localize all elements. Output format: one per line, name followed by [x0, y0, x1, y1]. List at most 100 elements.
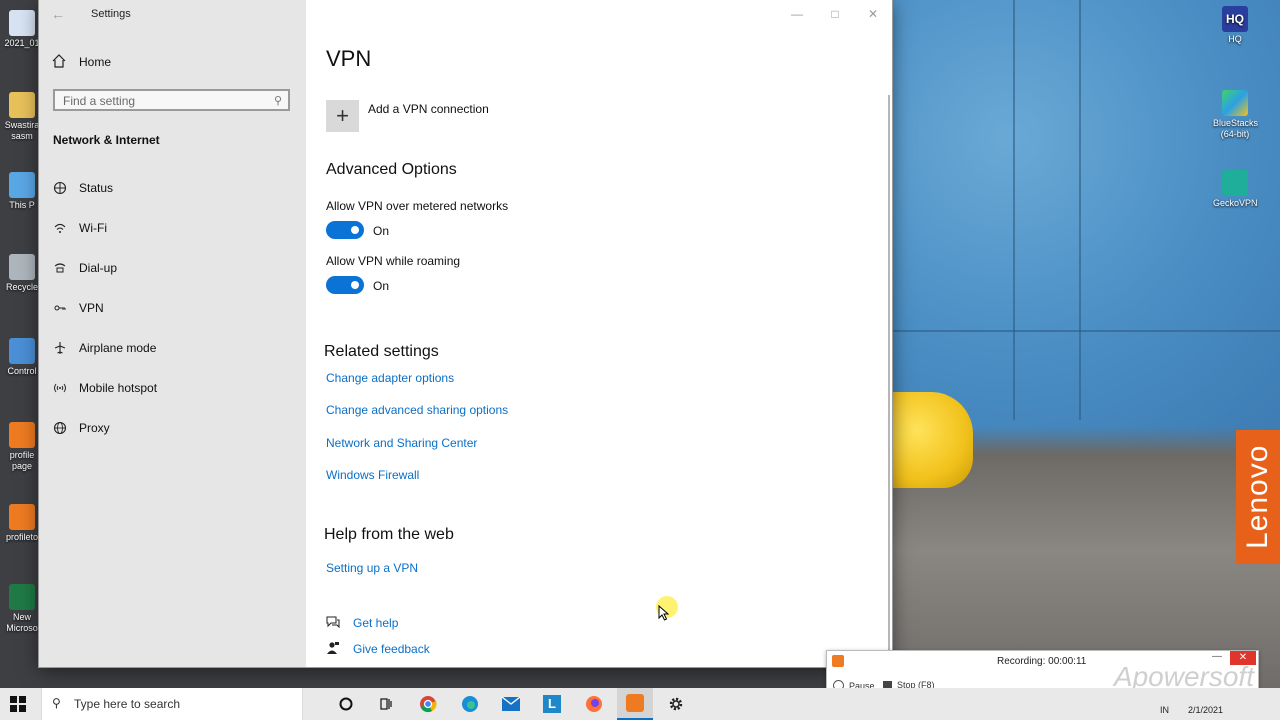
taskbar-search-placeholder: Type here to search [74, 697, 181, 711]
sidebar-item-vpn[interactable]: VPN [51, 297, 291, 319]
windows-start-icon[interactable] [10, 696, 26, 712]
sidebar-item-proxy[interactable]: Proxy [51, 417, 291, 439]
sidebar-item-status[interactable]: Status [51, 177, 291, 199]
recorder-logo-icon [832, 655, 844, 667]
lenovo-logo: Lenovo [1236, 430, 1280, 564]
page-title: VPN [326, 46, 372, 71]
sidebar-item-label: Airplane mode [79, 341, 157, 355]
mail-icon[interactable] [501, 694, 521, 714]
window-title: Settings [91, 8, 131, 20]
bluestacks-icon [1222, 90, 1248, 116]
taskbar-search-box[interactable]: ⚲ Type here to search [41, 688, 303, 720]
sidebar-item-label: Wi-Fi [79, 221, 107, 235]
airplane-icon [51, 339, 69, 357]
control-panel-icon [9, 338, 35, 364]
vpn-icon [51, 299, 69, 317]
help-web-heading: Help from the web [324, 526, 454, 543]
settings-gear-icon[interactable] [666, 694, 686, 714]
related-settings-heading: Related settings [324, 343, 439, 360]
roaming-toggle-state: On [373, 279, 390, 293]
add-vpn-label[interactable]: Add a VPN connection [368, 102, 489, 116]
globe-icon [51, 419, 69, 437]
desktop-icon-folder[interactable]: Swastira sasm [0, 92, 44, 142]
maximize-button[interactable]: □ [816, 4, 854, 24]
settings-sidebar: ← Settings Home Find a setting ⚲ Network… [39, 0, 306, 667]
desktop-icon-profile-page[interactable]: profile page [0, 422, 44, 472]
search-icon: ⚲ [52, 696, 61, 710]
yellow-car-image [893, 392, 973, 488]
folder-icon [9, 92, 35, 118]
firefox-icon[interactable] [584, 694, 604, 714]
mouse-cursor-icon [658, 605, 670, 621]
search-icon: ⚲ [273, 95, 282, 107]
desktop-icon-geckovpn[interactable]: GeckoVPN [1213, 170, 1258, 209]
chat-help-icon [326, 615, 340, 632]
wifi-icon [51, 219, 69, 237]
toggle-knob [351, 226, 359, 234]
sidebar-item-wifi[interactable]: Wi-Fi [51, 217, 291, 239]
link-change-adapter-options[interactable]: Change adapter options [326, 371, 454, 385]
sidebar-item-airplane[interactable]: Airplane mode [51, 337, 291, 359]
sidebar-item-label: Dial-up [79, 261, 118, 275]
video-file-icon [9, 504, 35, 530]
metered-toggle[interactable] [326, 221, 364, 239]
metered-option-label: Allow VPN over metered networks [326, 199, 509, 213]
get-help-label: Get help [353, 616, 399, 630]
sidebar-home-label: Home [79, 55, 112, 69]
search-placeholder: Find a setting [63, 94, 136, 108]
roaming-toggle[interactable] [326, 276, 364, 294]
excel-icon [9, 584, 35, 610]
sidebar-item-dialup[interactable]: Dial-up [51, 257, 291, 279]
back-arrow-icon[interactable]: ← [51, 6, 65, 22]
l-app-icon[interactable]: L [542, 694, 562, 714]
roaming-option-label: Allow VPN while roaming [326, 254, 461, 268]
sidebar-item-home[interactable]: Home [51, 52, 111, 72]
hq-icon: HQ [1222, 6, 1248, 32]
chrome-icon[interactable] [418, 694, 438, 714]
gecko-vpn-icon [1222, 170, 1248, 196]
sidebar-item-label: Mobile hotspot [79, 381, 158, 395]
edge-icon[interactable] [460, 694, 480, 714]
link-windows-firewall[interactable]: Windows Firewall [326, 468, 419, 482]
taskbar: ⚲ Type here to search L IN 2/1/2021 [0, 688, 1280, 720]
desktop-icon-file[interactable]: 2021_01 [0, 10, 44, 49]
language-indicator[interactable]: IN [1160, 705, 1169, 715]
desktop-icon-bluestacks[interactable]: BlueStacks (64-bit) [1213, 90, 1258, 140]
cortana-icon[interactable] [336, 694, 356, 714]
link-network-sharing-center[interactable]: Network and Sharing Center [326, 436, 477, 450]
computer-icon [9, 172, 35, 198]
recorder-taskbar-icon[interactable] [617, 688, 653, 720]
plus-icon: + [336, 103, 349, 128]
link-change-sharing-options[interactable]: Change advanced sharing options [326, 403, 508, 417]
desktop-icon-recycle[interactable]: Recycle [0, 254, 44, 293]
desktop-icon-excel[interactable]: New Microso [0, 584, 44, 634]
link-setting-up-vpn[interactable]: Setting up a VPN [326, 561, 418, 575]
close-button[interactable]: ✕ [854, 4, 892, 24]
dialup-icon [51, 259, 69, 277]
scrollbar[interactable] [888, 95, 890, 650]
recycle-bin-icon [9, 254, 35, 280]
home-icon [51, 53, 67, 72]
minimize-button[interactable]: — [778, 4, 816, 24]
advanced-options-heading: Advanced Options [326, 161, 457, 178]
sidebar-item-label: Status [79, 181, 114, 195]
status-globe-icon [51, 179, 69, 197]
give-feedback-label: Give feedback [353, 642, 430, 656]
desktop-icon-this-pc[interactable]: This P [0, 172, 44, 211]
desktop-icon-profileto[interactable]: profileto [0, 504, 44, 543]
recording-status: Recording: 00:00:11 [997, 656, 1087, 667]
task-view-icon[interactable] [376, 694, 396, 714]
get-help-link[interactable]: Get help [326, 614, 398, 632]
find-setting-input[interactable]: Find a setting ⚲ [53, 89, 290, 111]
settings-window: ← Settings Home Find a setting ⚲ Network… [39, 0, 892, 667]
file-icon [9, 10, 35, 36]
add-vpn-button[interactable]: + [326, 100, 359, 132]
desktop-icon-control[interactable]: Control [0, 338, 44, 377]
feedback-person-icon [326, 641, 340, 658]
sidebar-item-hotspot[interactable]: Mobile hotspot [51, 377, 291, 399]
taskbar-date[interactable]: 2/1/2021 [1188, 705, 1223, 715]
desktop-icon-hq[interactable]: HQ HQ [1213, 6, 1257, 45]
video-file-icon [9, 422, 35, 448]
give-feedback-link[interactable]: Give feedback [326, 640, 430, 658]
hotspot-icon [51, 379, 69, 397]
